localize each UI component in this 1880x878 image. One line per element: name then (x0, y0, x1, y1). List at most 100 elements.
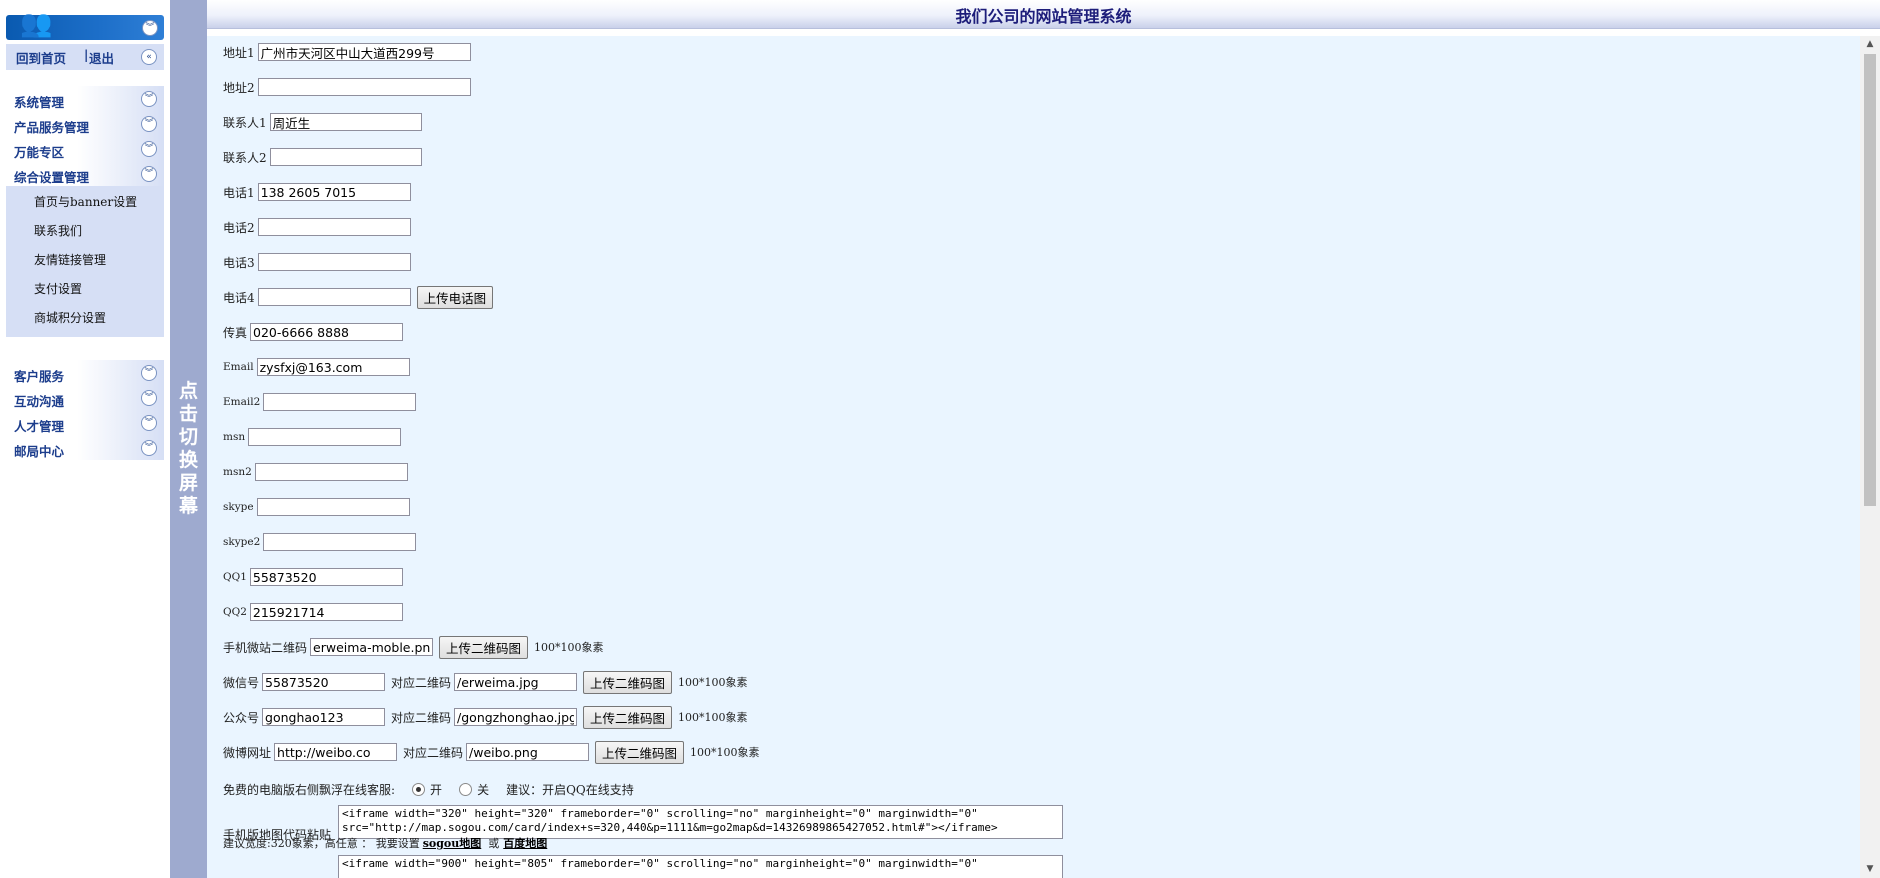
phone3-label: 电话3 (223, 255, 255, 270)
address1-label: 地址1 (223, 45, 255, 60)
qq2-label: QQ2 (223, 606, 247, 618)
page-scrollbar[interactable]: ▲ ▼ (1860, 36, 1880, 878)
menu-interaction[interactable]: 互动沟通 ︾ (6, 385, 164, 410)
skype-row: skype (223, 496, 410, 518)
menu-universal[interactable]: 万能专区 ︾ (6, 136, 164, 161)
official-account-input[interactable] (262, 708, 386, 726)
msn-input[interactable] (248, 428, 402, 446)
wechat-qr-input[interactable] (454, 673, 578, 691)
msn-label: msn (223, 431, 246, 443)
fax-input[interactable] (250, 323, 404, 341)
phone4-label: 电话4 (223, 290, 255, 305)
mobile-qr-input[interactable] (310, 638, 434, 656)
submenu-item-friend-links[interactable]: 友情链接管理 (6, 246, 164, 275)
scroll-up-arrow-icon[interactable]: ▲ (1860, 36, 1880, 53)
menu-system[interactable]: 系统管理 ︾ (6, 86, 164, 111)
msn2-input[interactable] (254, 463, 408, 481)
address1-row: 地址1 (223, 41, 471, 63)
skype2-input[interactable] (263, 533, 417, 551)
fax-label: 传真 (223, 325, 248, 340)
sidebar-header: 👥 ︾ (6, 9, 164, 40)
wechat-input[interactable] (262, 673, 386, 691)
upload-official-qr-button[interactable]: 上传二维码图 (583, 705, 673, 729)
toggle-screen-bar[interactable]: 点击切换屏幕 (170, 0, 207, 878)
scroll-down-arrow-icon[interactable]: ▼ (1860, 861, 1880, 878)
qq1-label: QQ1 (223, 571, 247, 583)
sidebar-menu-group-2: 客户服务 ︾ 互动沟通 ︾ 人才管理 ︾ 邮局中心 ︾ (6, 360, 164, 460)
menu-label: 客户服务 (14, 369, 65, 384)
sidebar-links: 回到首页 | 退出 « (6, 44, 164, 70)
submenu-item-points[interactable]: 商城积分设置 (6, 304, 164, 333)
top-header: 我们公司的网站管理系统 (207, 0, 1880, 29)
collapse-down-icon[interactable]: ︾ (142, 20, 158, 36)
phone2-row: 电话2 (223, 216, 411, 238)
phone1-label: 电话1 (223, 185, 255, 200)
menu-customer-service[interactable]: 客户服务 ︾ (6, 360, 164, 385)
menu-products[interactable]: 产品服务管理 ︾ (6, 111, 164, 136)
menu-label: 邮局中心 (14, 444, 65, 459)
contact2-input[interactable] (269, 148, 422, 166)
weibo-qr-input[interactable] (466, 743, 590, 761)
weibo-input[interactable] (274, 743, 398, 761)
phone1-row: 电话1 (223, 181, 411, 203)
contact1-input[interactable] (269, 113, 422, 131)
email-label: Email (223, 361, 254, 373)
upload-wechat-qr-button[interactable]: 上传二维码图 (583, 670, 673, 694)
wechat-qr-label: 对应二维码 (391, 675, 452, 690)
float-service-off-radio[interactable] (459, 782, 473, 796)
phone4-row: 电话4 上传电话图 (223, 285, 494, 309)
qq2-row: QQ2 (223, 601, 403, 623)
chevron-down-icon: ︾ (141, 390, 157, 406)
logout-link[interactable]: 退出 (89, 48, 114, 67)
baidu-map-link[interactable]: 百度地图 (503, 835, 547, 851)
email2-label: Email2 (223, 396, 261, 408)
phone4-input[interactable] (257, 288, 411, 306)
official-account-label: 公众号 (223, 710, 260, 725)
address2-input[interactable] (257, 78, 471, 96)
menu-mail-center[interactable]: 邮局中心 ︾ (6, 435, 164, 460)
wechat-label: 微信号 (223, 675, 260, 690)
upload-weibo-qr-button[interactable]: 上传二维码图 (595, 740, 685, 764)
qq2-input[interactable] (249, 603, 403, 621)
mobile-map-code-textarea[interactable]: <iframe width="320" height="320" framebo… (338, 805, 1063, 839)
submenu-item-contact[interactable]: 联系我们 (6, 217, 164, 246)
sidebar-menu-group-1: 系统管理 ︾ 产品服务管理 ︾ 万能专区 ︾ 综合设置管理 ︾ 首页与banne… (6, 86, 164, 337)
link-separator: | (84, 48, 89, 62)
menu-talent[interactable]: 人才管理 ︾ (6, 410, 164, 435)
menu-label: 万能专区 (14, 145, 65, 160)
or-text: 或 (488, 837, 500, 850)
phone3-row: 电话3 (223, 251, 411, 273)
qq1-input[interactable] (249, 568, 403, 586)
float-service-on-radio[interactable] (412, 782, 426, 796)
menu-label: 综合设置管理 (14, 170, 90, 185)
home-link[interactable]: 回到首页 (16, 48, 66, 67)
email2-row: Email2 (223, 391, 417, 413)
pc-map-code-textarea[interactable]: <iframe width="900" height="805" framebo… (338, 855, 1063, 878)
address1-input[interactable] (257, 43, 471, 61)
email-input[interactable] (256, 358, 410, 376)
float-service-hint: 建议：开启QQ在线支持 (506, 782, 634, 797)
sogou-map-link[interactable]: sogou地图 (423, 835, 482, 851)
settings-submenu: 首页与banner设置 联系我们 友情链接管理 支付设置 商城积分设置 (6, 186, 164, 337)
menu-general-settings[interactable]: 综合设置管理 ︾ (6, 161, 164, 186)
submenu-item-home-banner[interactable]: 首页与banner设置 (6, 188, 164, 217)
address2-row: 地址2 (223, 76, 471, 98)
collapse-left-icon[interactable]: « (141, 49, 157, 65)
mobile-qr-row: 手机微站二维码 上传二维码图 100*100象素 (223, 635, 604, 659)
phone3-input[interactable] (257, 253, 411, 271)
float-service-on-label: 开 (430, 782, 443, 797)
scrollbar-thumb[interactable] (1864, 54, 1876, 506)
official-qr-input[interactable] (454, 708, 578, 726)
skype-input[interactable] (256, 498, 410, 516)
email2-input[interactable] (263, 393, 417, 411)
menu-label: 互动沟通 (14, 394, 65, 409)
upload-mobile-qr-button[interactable]: 上传二维码图 (439, 635, 529, 659)
skype2-row: skype2 (223, 531, 417, 553)
users-logo-icon: 👥 (20, 9, 53, 39)
fax-row: 传真 (223, 321, 404, 343)
phone2-input[interactable] (257, 218, 411, 236)
upload-phone-image-button[interactable]: 上传电话图 (416, 285, 494, 309)
phone1-input[interactable] (257, 183, 411, 201)
submenu-item-payment[interactable]: 支付设置 (6, 275, 164, 304)
mobile-qr-size-note: 100*100象素 (534, 641, 604, 654)
